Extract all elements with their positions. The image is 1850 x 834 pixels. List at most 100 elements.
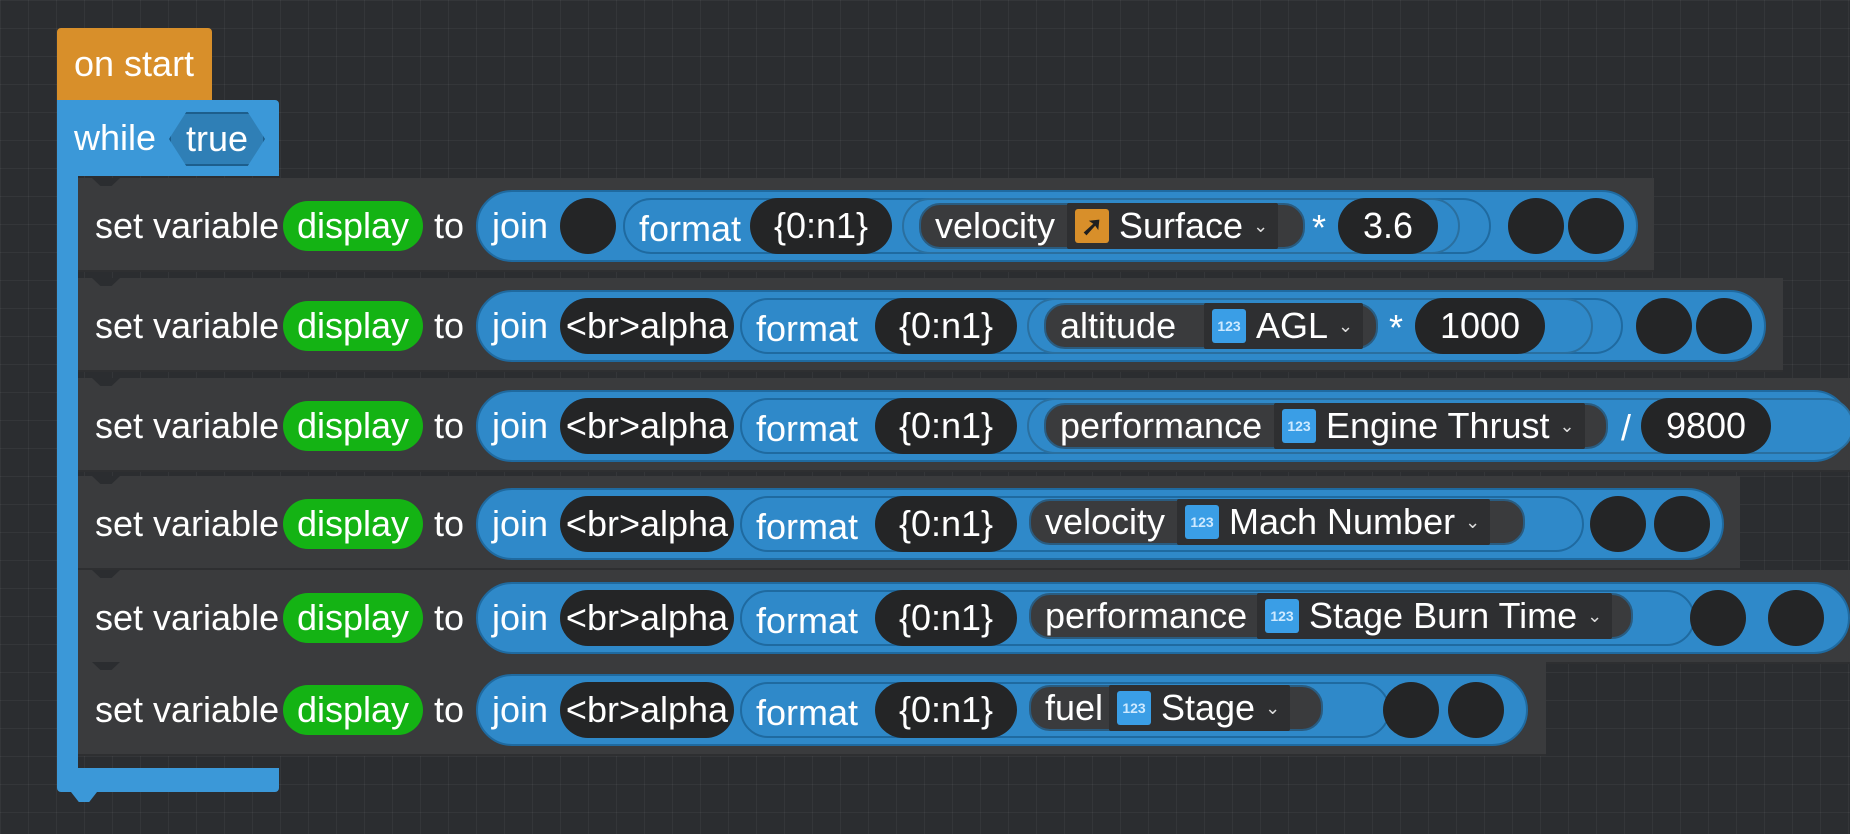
empty-slot[interactable] [1568, 198, 1624, 254]
operator-label: * [1389, 307, 1404, 348]
variable-pill[interactable]: display [283, 301, 423, 351]
empty-slot[interactable] [1654, 496, 1710, 552]
to-label: to [434, 503, 465, 544]
property-block[interactable]: altitude 123 AGL ⌄ [1044, 303, 1378, 349]
join-block[interactable]: join <br>alpha format {0:n1} performance… [476, 582, 1850, 654]
chevron-down-icon: ⌄ [1338, 315, 1354, 336]
set-variable-label: set variable [95, 205, 280, 246]
join-first-slot[interactable] [560, 198, 616, 254]
property-dropdown[interactable]: 123 Mach Number ⌄ [1177, 499, 1491, 545]
join-text-pill[interactable]: <br>alpha [560, 590, 734, 646]
while-header[interactable]: while true [57, 100, 279, 176]
join-label: join [492, 503, 549, 544]
join-text-pill[interactable]: <br>alpha [560, 398, 734, 454]
property-dropdown[interactable]: 123 AGL ⌄ [1204, 303, 1364, 349]
join-block[interactable]: join <br>alpha format {0:n1} altitude 12… [476, 290, 1766, 362]
property-block[interactable]: performance 123 Engine Thrust ⌄ [1044, 403, 1608, 449]
math-expression[interactable]: altitude 123 AGL ⌄ * 1000 [1027, 298, 1593, 354]
format-label: format [756, 600, 859, 641]
join-block[interactable]: join <br>alpha format {0:n1} fuel 123 St… [476, 674, 1528, 746]
operator-label: / [1621, 407, 1632, 448]
set-variable-block[interactable]: set variable display to join <br>alpha f… [78, 662, 1546, 756]
property-category: altitude [1060, 305, 1177, 346]
set-variable-block[interactable]: set variable display to join <br>alpha f… [78, 570, 1850, 664]
format-block[interactable]: format {0:n1} fuel 123 Stage ⌄ [740, 682, 1390, 738]
property-dropdown[interactable]: 123 Stage Burn Time ⌄ [1257, 593, 1613, 639]
math-expression[interactable]: velocity ➚ Surface ⌄ * 3.6 [902, 198, 1460, 254]
format-spec-pill[interactable]: {0:n1} [875, 398, 1017, 454]
property-dropdown[interactable]: 123 Engine Thrust ⌄ [1274, 403, 1585, 449]
empty-slot[interactable] [1636, 298, 1692, 354]
join-label: join [492, 689, 549, 730]
format-block[interactable]: format {0:n1} velocity 123 Mach Number ⌄ [740, 496, 1584, 552]
property-block[interactable]: velocity 123 Mach Number ⌄ [1029, 499, 1525, 545]
set-variable-block[interactable]: set variable display to join format {0:n… [78, 178, 1654, 272]
empty-slot[interactable] [1590, 496, 1646, 552]
operand-pill[interactable]: 3.6 [1338, 198, 1438, 254]
format-spec-pill[interactable]: {0:n1} [875, 298, 1017, 354]
join-block[interactable]: join <br>alpha format {0:n1} performance… [476, 390, 1850, 462]
join-block[interactable]: join <br>alpha format {0:n1} velocity 12… [476, 488, 1724, 560]
variable-name: display [296, 305, 410, 346]
to-label: to [434, 689, 465, 730]
empty-slot[interactable] [1696, 298, 1752, 354]
set-variable-block[interactable]: set variable display to join <br>alpha f… [78, 476, 1740, 570]
join-text: <br>alpha [565, 597, 729, 638]
variable-pill[interactable]: display [283, 685, 423, 735]
format-block[interactable]: format {0:n1} altitude 123 AGL ⌄ * 1000 [740, 298, 1623, 354]
join-text-pill[interactable]: <br>alpha [560, 682, 734, 738]
variable-name: display [296, 689, 410, 730]
variable-pill[interactable]: display [283, 499, 423, 549]
format-spec: {0:n1} [898, 597, 994, 638]
empty-slot[interactable] [1690, 590, 1746, 646]
join-text-pill[interactable]: <br>alpha [560, 298, 734, 354]
format-block[interactable]: format {0:n1} performance 123 Stage Burn… [740, 590, 1695, 646]
to-label: to [434, 405, 465, 446]
empty-slot[interactable] [1383, 682, 1439, 738]
chevron-down-icon: ⌄ [1265, 697, 1281, 718]
format-spec-pill[interactable]: {0:n1} [875, 496, 1017, 552]
join-text: <br>alpha [565, 503, 729, 544]
format-block[interactable]: format {0:n1} velocity ➚ Surface ⌄ * 3.6 [623, 198, 1491, 254]
empty-slot[interactable] [1508, 198, 1564, 254]
property-block[interactable]: fuel 123 Stage ⌄ [1029, 685, 1323, 731]
set-variable-block[interactable]: set variable display to join <br>alpha f… [78, 278, 1783, 372]
join-text-pill[interactable]: <br>alpha [560, 496, 734, 552]
property-dropdown[interactable]: 123 Stage ⌄ [1109, 685, 1291, 731]
property-dropdown[interactable]: ➚ Surface ⌄ [1067, 203, 1279, 249]
operand-pill[interactable]: 9800 [1641, 398, 1771, 454]
empty-slot[interactable] [1768, 590, 1824, 646]
variable-pill[interactable]: display [283, 401, 423, 451]
property-value: Engine Thrust [1326, 405, 1550, 446]
operand-pill[interactable]: 1000 [1415, 298, 1545, 354]
property-category: fuel [1045, 687, 1104, 728]
condition-true-block[interactable]: true [169, 112, 265, 166]
arrow-icon: ➚ [1075, 209, 1109, 243]
to-label: to [434, 305, 465, 346]
variable-name: display [296, 597, 410, 638]
math-expression[interactable]: performance 123 Engine Thrust ⌄ / 9800 [1027, 398, 1850, 454]
format-spec: {0:n1} [898, 305, 994, 346]
number-icon: 123 [1265, 599, 1299, 633]
variable-name: display [296, 405, 410, 446]
join-block[interactable]: join format {0:n1} velocity ➚ Surface ⌄ … [476, 190, 1638, 262]
format-spec-pill[interactable]: {0:n1} [875, 682, 1017, 738]
variable-pill[interactable]: display [283, 201, 423, 251]
join-label: join [492, 405, 549, 446]
operator-label: * [1312, 207, 1327, 248]
property-category: velocity [1045, 501, 1166, 542]
variable-name: display [296, 205, 410, 246]
condition-label: true [185, 118, 249, 159]
format-spec-pill[interactable]: {0:n1} [750, 198, 892, 254]
variable-pill[interactable]: display [283, 593, 423, 643]
property-block[interactable]: performance 123 Stage Burn Time ⌄ [1029, 593, 1633, 639]
format-block[interactable]: format {0:n1} performance 123 Engine Thr… [740, 398, 1850, 454]
set-variable-block[interactable]: set variable display to join <br>alpha f… [78, 378, 1850, 472]
empty-slot[interactable] [1448, 682, 1504, 738]
on-start-block[interactable]: on start [57, 28, 212, 110]
set-variable-label: set variable [95, 305, 280, 346]
property-block[interactable]: velocity ➚ Surface ⌄ [919, 203, 1305, 249]
chevron-down-icon: ⌄ [1559, 415, 1575, 436]
set-variable-label: set variable [95, 405, 280, 446]
format-spec-pill[interactable]: {0:n1} [875, 590, 1017, 646]
